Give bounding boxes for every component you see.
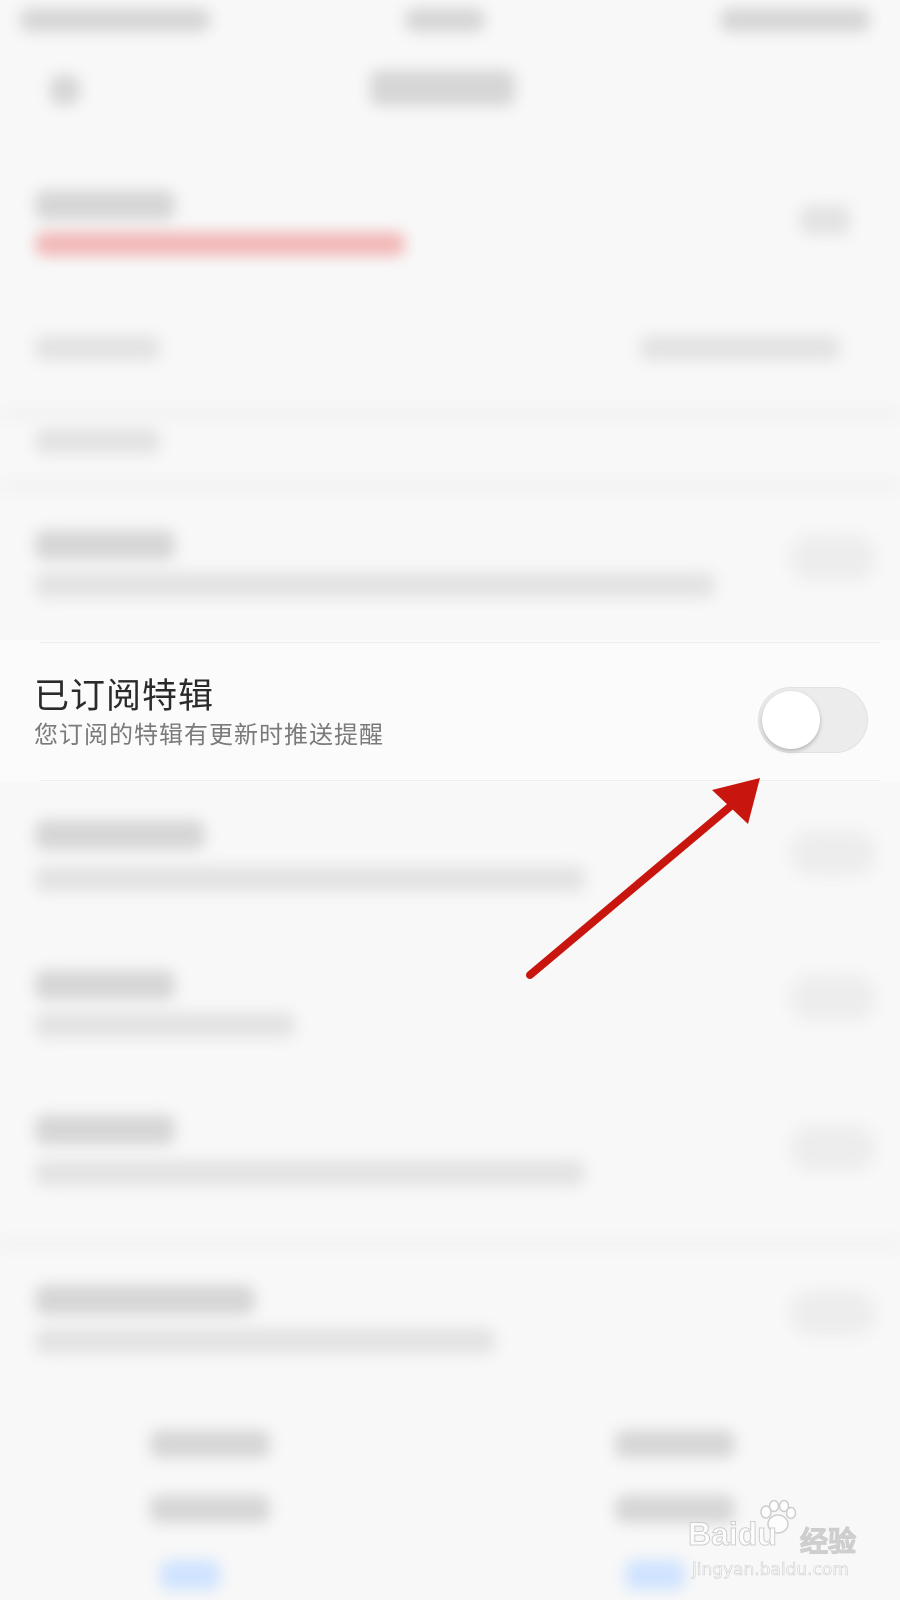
row-divider-bottom (40, 780, 880, 781)
row-divider-top (40, 642, 880, 643)
setting-description: 您订阅的特辑有更新时推送提醒 (34, 721, 384, 749)
toggle-knob (762, 691, 820, 749)
baidu-jingyan-watermark: Baidu 经验 jingyan.baidu.com (688, 1500, 888, 1590)
watermark-url: jingyan.baidu.com (692, 1560, 849, 1581)
watermark-brand-cn: 经验 (799, 1525, 857, 1559)
watermark-brand: Baidu (688, 1516, 778, 1553)
subscribed-specials-toggle[interactable] (758, 687, 868, 753)
setting-title: 已订阅特辑 (34, 677, 215, 717)
notification-settings-screen: 已订阅特辑 您订阅的特辑有更新时推送提醒 Baidu 经验 jingyan.ba… (0, 0, 900, 1600)
blurred-background (0, 0, 900, 1600)
